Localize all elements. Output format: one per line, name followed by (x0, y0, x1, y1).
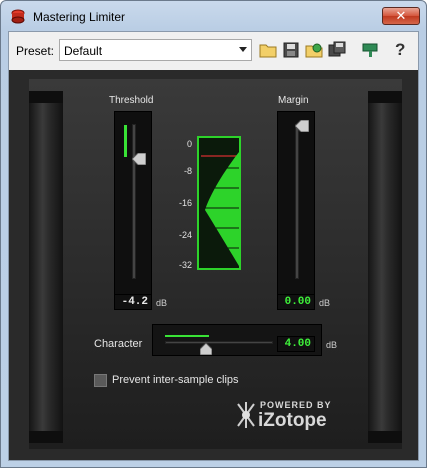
meter-scale-label: -16 (178, 198, 192, 208)
right-pillar (368, 91, 402, 443)
load-preset-icon[interactable] (305, 41, 323, 59)
title-bar[interactable]: Mastering Limiter ✕ (1, 1, 426, 31)
pillar-cap (29, 431, 63, 443)
character-slider-handle[interactable] (200, 343, 212, 355)
character-readout[interactable]: 4.00 (277, 336, 315, 352)
preset-value: Default (64, 44, 103, 58)
meter-scale-label: -32 (178, 260, 192, 270)
meter-fill (199, 152, 239, 266)
bypass-icon[interactable] (361, 41, 379, 59)
pillar-cap (29, 91, 63, 103)
save-icon[interactable] (282, 41, 300, 59)
character-unit: dB (326, 340, 338, 350)
chevron-down-icon[interactable] (239, 47, 247, 52)
powered-by-text: POWERED BY (260, 400, 332, 410)
margin-slider-handle[interactable] (295, 120, 309, 132)
character-level-bar (165, 335, 209, 337)
left-pillar (29, 91, 63, 443)
threshold-slider-well (114, 111, 152, 296)
threshold-slider-track[interactable] (132, 124, 136, 279)
pillar-cap (368, 431, 402, 443)
margin-readout[interactable]: 0.00 (277, 294, 315, 310)
margin-slider-track[interactable] (295, 124, 299, 279)
prevent-clips-checkbox[interactable] (94, 374, 107, 387)
help-icon[interactable]: ? (395, 40, 405, 60)
meter-scale-label: 0 (186, 139, 192, 149)
izotope-logo-icon (237, 402, 255, 428)
app-icon (11, 9, 25, 24)
brand-name: iZotope (258, 410, 327, 431)
open-folder-icon[interactable] (259, 41, 277, 59)
threshold-slider-handle[interactable] (132, 153, 146, 165)
margin-unit: dB (319, 298, 331, 308)
save-as-icon[interactable] (328, 41, 346, 59)
margin-slider-well (277, 111, 315, 296)
toolbar: Preset: Default ? (9, 32, 418, 66)
izotope-logo: POWERED BY iZotope (232, 396, 342, 434)
gain-reduction-meter (197, 136, 241, 270)
threshold-unit: dB (156, 298, 168, 308)
close-button[interactable]: ✕ (382, 7, 420, 25)
meter-scale-label: -24 (178, 230, 192, 240)
window-title: Mastering Limiter (33, 10, 126, 24)
character-label: Character (94, 338, 143, 350)
character-slider-track[interactable] (165, 341, 273, 344)
preset-label: Preset: (16, 44, 55, 58)
prevent-clips-label: Prevent inter-sample clips (112, 374, 239, 386)
preset-dropdown[interactable]: Default (59, 39, 252, 61)
pillar-cap (368, 91, 402, 103)
meter-scale-label: -8 (183, 166, 192, 176)
threshold-level-bar (124, 125, 127, 157)
margin-label: Margin (278, 95, 309, 106)
threshold-label: Threshold (109, 95, 154, 106)
threshold-readout[interactable]: -4.2 (114, 294, 152, 310)
